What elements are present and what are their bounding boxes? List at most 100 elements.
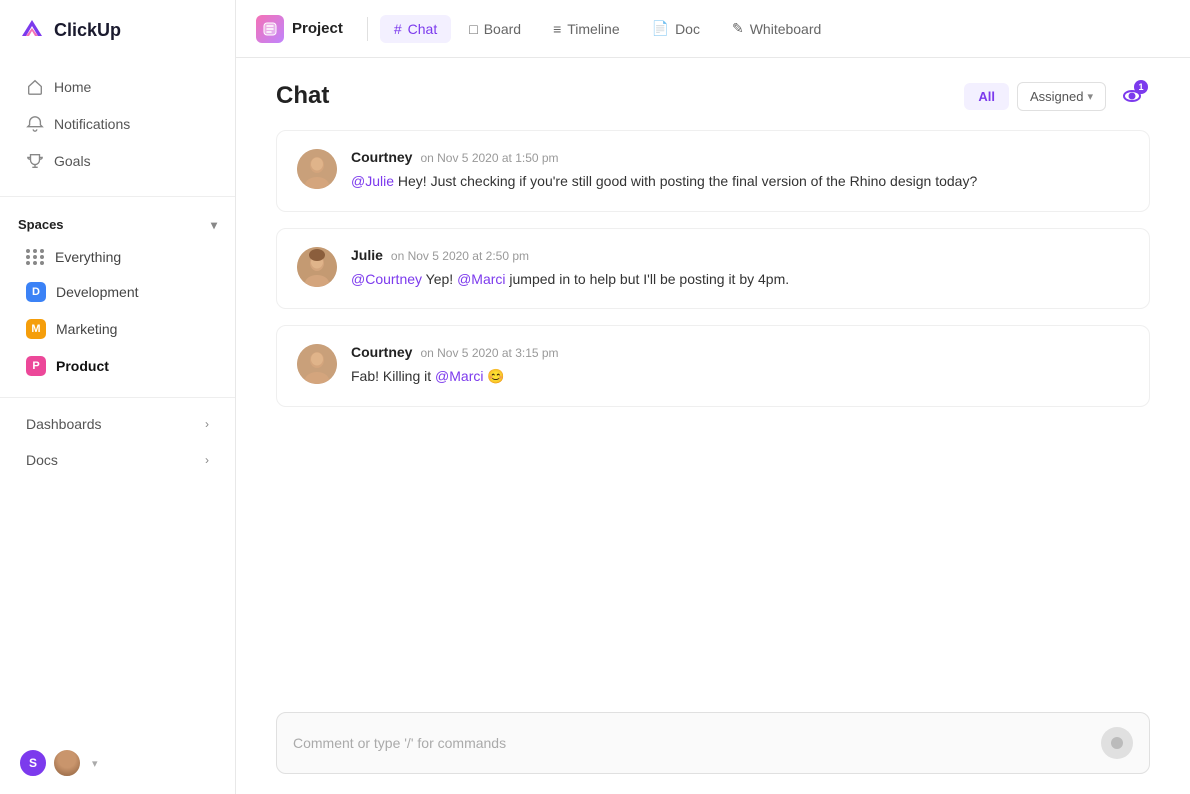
product-label: Product [56,358,109,374]
message-1-text: @Julie Hey! Just checking if you're stil… [351,171,1129,193]
topbar: Project # Chat □ Board ≡ Timeline 📄 Doc … [236,0,1190,58]
notifications-label: Notifications [54,116,130,132]
tab-whiteboard[interactable]: ✎ Whiteboard [718,14,835,43]
message-3-text: Fab! Killing it @Marci 😊 [351,366,1129,388]
sidebar-item-marketing[interactable]: M Marketing [8,311,227,347]
sidebar: ClickUp Home Notifications Goals S [0,0,236,794]
board-icon: □ [469,21,477,37]
message-3-emoji: 😊 [487,368,504,384]
grid-icon [26,249,45,265]
eye-badge-button[interactable]: 1 [1114,78,1150,114]
avatar-courtney-2 [297,344,337,384]
main-content: Project # Chat □ Board ≡ Timeline 📄 Doc … [236,0,1190,794]
dashboards-label: Dashboards [26,416,102,432]
topbar-divider [367,17,368,41]
project-icon [256,15,284,43]
spaces-label: Spaces [18,217,64,232]
sidebar-bottom: S ▾ [0,732,235,794]
message-1-text-body: Hey! Just checking if you're still good … [398,173,977,189]
message-2: Julie on Nov 5 2020 at 2:50 pm @Courtney… [276,228,1150,310]
tab-chat-label: Chat [408,21,438,37]
sidebar-item-everything[interactable]: Everything [8,241,227,273]
avatar-user-s[interactable]: S [18,748,48,778]
avatar-julie [297,247,337,287]
message-2-time: on Nov 5 2020 at 2:50 pm [391,249,529,263]
julie-avatar-img [297,247,337,287]
tab-timeline[interactable]: ≡ Timeline [539,15,634,43]
comment-send-button[interactable] [1101,727,1133,759]
messages-list: Courtney on Nov 5 2020 at 1:50 pm @Julie… [236,130,1190,696]
chat-header: Chat All Assigned ▾ 1 [236,58,1190,130]
message-2-body: Julie on Nov 5 2020 at 2:50 pm @Courtney… [351,247,1129,291]
logo[interactable]: ClickUp [0,0,235,60]
message-1-author: Courtney [351,149,412,165]
message-3: Courtney on Nov 5 2020 at 3:15 pm Fab! K… [276,325,1150,407]
goals-label: Goals [54,153,91,169]
marketing-icon: M [26,319,46,339]
sidebar-item-development[interactable]: D Development [8,274,227,310]
mention-marci-2: @Marci [435,368,483,384]
tab-chat[interactable]: # Chat [380,15,451,43]
hash-icon: # [394,21,402,37]
chevron-right-icon: › [205,453,209,467]
message-2-meta: Julie on Nov 5 2020 at 2:50 pm [351,247,1129,263]
marketing-label: Marketing [56,321,117,337]
message-1-body: Courtney on Nov 5 2020 at 1:50 pm @Julie… [351,149,1129,193]
development-label: Development [56,284,139,300]
status-chevron: ▾ [92,757,98,770]
courtney-avatar-img-2 [297,344,337,384]
tab-timeline-label: Timeline [567,21,619,37]
eye-badge-count: 1 [1134,80,1148,94]
sidebar-item-dashboards[interactable]: Dashboards › [8,407,227,441]
everything-label: Everything [55,249,121,265]
sidebar-item-docs[interactable]: Docs › [8,443,227,477]
tab-whiteboard-label: Whiteboard [750,21,822,37]
avatar-courtney-1 [297,149,337,189]
product-icon: P [26,356,46,376]
chevron-right-icon: › [205,417,209,431]
sidebar-item-goals[interactable]: Goals [8,143,227,179]
sidebar-item-product[interactable]: P Product [8,348,227,384]
send-icon [1110,736,1124,750]
mention-julie: @Julie [351,173,394,189]
project-title: Project [292,20,343,37]
message-1: Courtney on Nov 5 2020 at 1:50 pm @Julie… [276,130,1150,212]
message-3-text-pre: Fab! Killing it [351,368,435,384]
sidebar-item-home[interactable]: Home [8,69,227,105]
message-1-time: on Nov 5 2020 at 1:50 pm [420,151,558,165]
courtney-avatar-img [297,149,337,189]
mention-courtney: @Courtney [351,271,422,287]
dropdown-chevron-icon: ▾ [1087,90,1093,103]
message-3-author: Courtney [351,344,412,360]
comment-placeholder[interactable]: Comment or type '/' for commands [293,735,1101,751]
comment-area: Comment or type '/' for commands [236,696,1190,794]
whiteboard-icon: ✎ [732,20,744,37]
tab-doc[interactable]: 📄 Doc [638,14,714,43]
chevron-down-icon[interactable]: ▾ [211,218,217,232]
message-2-author: Julie [351,247,383,263]
development-icon: D [26,282,46,302]
message-3-time: on Nov 5 2020 at 3:15 pm [420,346,558,360]
logo-text: ClickUp [54,20,121,41]
bell-icon [26,115,44,133]
message-1-meta: Courtney on Nov 5 2020 at 1:50 pm [351,149,1129,165]
trophy-icon [26,152,44,170]
filter-assigned-button[interactable]: Assigned ▾ [1017,82,1106,111]
message-2-text-a: Yep! [426,271,457,287]
tab-board[interactable]: □ Board [455,15,535,43]
home-icon [26,78,44,96]
avatar-user-face[interactable] [52,748,82,778]
tab-board-label: Board [484,21,521,37]
message-2-text: @Courtney Yep! @Marci jumped in to help … [351,269,1129,291]
home-label: Home [54,79,91,95]
comment-input-wrap[interactable]: Comment or type '/' for commands [276,712,1150,774]
sidebar-item-notifications[interactable]: Notifications [8,106,227,142]
spaces-list: Everything D Development M Marketing P P… [0,236,235,389]
nav-divider [0,196,235,197]
docs-label: Docs [26,452,58,468]
filter-all-button[interactable]: All [964,83,1009,110]
message-3-meta: Courtney on Nov 5 2020 at 3:15 pm [351,344,1129,360]
spaces-divider [0,397,235,398]
spaces-section-header: Spaces ▾ [0,205,235,236]
chat-filters: All Assigned ▾ [964,82,1106,111]
